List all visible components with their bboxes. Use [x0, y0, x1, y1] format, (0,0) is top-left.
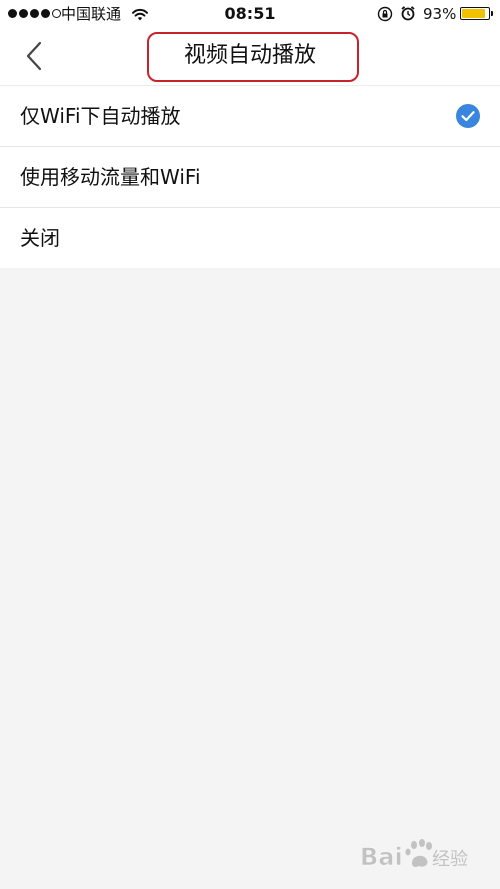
watermark-brand: Bai	[360, 843, 403, 871]
baidu-jingyan-watermark: Bai 经验	[360, 833, 472, 881]
orientation-lock-icon	[377, 6, 393, 22]
watermark-suffix: 经验	[432, 849, 468, 870]
option-mobile-and-wifi[interactable]: 使用移动流量和WiFi	[0, 147, 500, 208]
checkmark-icon	[456, 104, 480, 128]
nav-bar: 视频自动播放	[0, 28, 500, 85]
battery-icon	[460, 7, 490, 20]
battery-tip	[491, 11, 493, 16]
alarm-icon	[401, 6, 415, 21]
status-bar: 中国联通 08:51 93%	[0, 0, 500, 28]
option-label: 仅WiFi下自动播放	[20, 104, 181, 128]
paw-icon	[405, 839, 432, 867]
option-label: 使用移动流量和WiFi	[20, 165, 201, 189]
title-highlight-box	[147, 32, 359, 82]
watermark-logo: Bai 经验	[360, 839, 468, 871]
option-label: 关闭	[20, 226, 60, 250]
battery-percentage: 93%	[423, 5, 457, 23]
options-list: 仅WiFi下自动播放 使用移动流量和WiFi 关闭	[0, 85, 500, 268]
option-wifi-only[interactable]: 仅WiFi下自动播放	[0, 86, 500, 147]
option-off[interactable]: 关闭	[0, 208, 500, 268]
battery-level-fill	[462, 9, 486, 18]
